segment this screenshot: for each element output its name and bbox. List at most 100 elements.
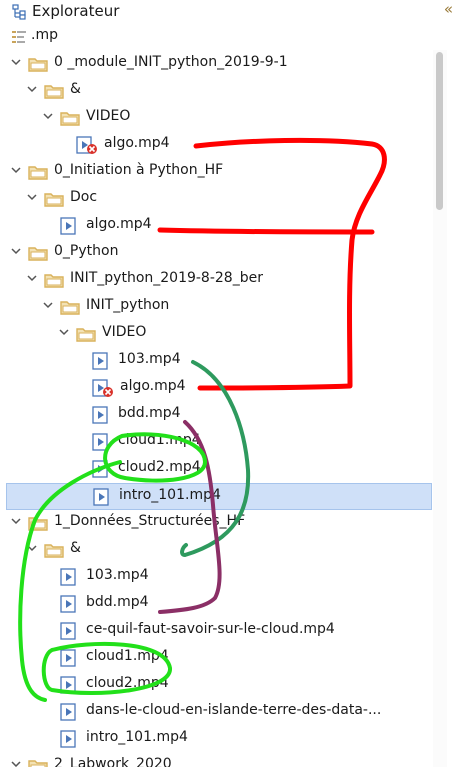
chevron-down-icon[interactable] — [26, 542, 38, 554]
tree-item-label: ce-quil-faut-savoir-sur-le-cloud.mp4 — [86, 621, 335, 637]
tree-file-row[interactable]: cloud1.mp4 — [0, 645, 432, 672]
video-file-icon — [92, 406, 112, 425]
tree-item-label: Doc — [70, 189, 98, 205]
folder-icon — [44, 84, 64, 99]
tree-item-label: intro_101.mp4 — [119, 487, 221, 503]
video-file-icon — [60, 676, 80, 695]
tree-item-label: 0_Initiation à Python_HF — [54, 162, 224, 178]
chevron-down-icon[interactable] — [26, 272, 38, 284]
tree-file-row[interactable]: intro_101.mp4 — [6, 483, 432, 510]
folder-icon — [28, 246, 48, 261]
tree-item-label: 103.mp4 — [86, 567, 149, 583]
tree-file-row[interactable]: bdd.mp4 — [0, 402, 432, 429]
filter-icon — [12, 31, 26, 43]
tree-item-label: 0 _module_INIT_python_2019-9-1 — [54, 54, 288, 70]
video-file-icon — [60, 703, 80, 722]
tree-item-label: INIT_python_2019-8-28_ber — [70, 270, 263, 286]
tree-file-row[interactable]: algo.mp4 — [0, 375, 432, 402]
chevron-down-icon[interactable] — [10, 56, 22, 68]
video-file-icon — [93, 488, 113, 507]
tree-file-row[interactable]: intro_101.mp4 — [0, 726, 432, 753]
tree-file-row[interactable]: dans-le-cloud-en-islande-terre-des-data-… — [0, 699, 432, 726]
folder-icon — [44, 543, 64, 558]
tree-item-label: & — [70, 81, 81, 97]
tree-file-row[interactable]: bdd.mp4 — [0, 591, 432, 618]
folder-icon — [28, 165, 48, 180]
scrollbar-thumb[interactable] — [436, 52, 443, 210]
folder-icon — [44, 192, 64, 207]
video-file-icon — [60, 730, 80, 749]
tree-item-label: cloud1.mp4 — [86, 648, 169, 664]
video-file-error-icon — [92, 379, 113, 398]
tree-file-row[interactable]: cloud2.mp4 — [0, 456, 432, 483]
tree-file-row[interactable]: algo.mp4 — [0, 132, 432, 159]
tree-file-row[interactable]: 103.mp4 — [0, 564, 432, 591]
filter-bar[interactable]: .mp — [0, 26, 467, 50]
video-file-icon — [92, 433, 112, 452]
chevron-down-icon[interactable] — [10, 245, 22, 257]
explorer-header: Explorateur « — [0, 0, 467, 26]
tree-folder-row[interactable]: & — [0, 537, 432, 564]
chevron-down-icon[interactable] — [26, 83, 38, 95]
tree-item-label: 2_Labwork_2020 — [54, 756, 172, 767]
chevron-down-icon[interactable] — [10, 164, 22, 176]
chevron-down-icon[interactable] — [42, 299, 54, 311]
tree-folder-row[interactable]: & — [0, 78, 432, 105]
video-file-icon — [92, 352, 112, 371]
folder-icon — [60, 111, 80, 126]
folder-icon — [60, 300, 80, 315]
tree-item-label: algo.mp4 — [104, 135, 170, 151]
tree-item-label: bdd.mp4 — [118, 405, 181, 421]
tree-item-label: cloud2.mp4 — [118, 459, 201, 475]
tree-file-row[interactable]: cloud1.mp4 — [0, 429, 432, 456]
tree-file-row[interactable]: cloud2.mp4 — [0, 672, 432, 699]
tree-folder-row[interactable]: 2_Labwork_2020 — [0, 753, 432, 767]
folder-icon — [28, 57, 48, 72]
tree-item-label: intro_101.mp4 — [86, 729, 188, 745]
panel-title: Explorateur — [32, 2, 120, 20]
filter-text: .mp — [31, 27, 58, 43]
file-tree: 0 _module_INIT_python_2019-9-1 & VIDEO algo… — [0, 50, 432, 767]
folder-icon — [28, 516, 48, 531]
chevron-down-icon[interactable] — [42, 110, 54, 122]
folder-icon — [44, 273, 64, 288]
tree-item-label: algo.mp4 — [86, 216, 152, 232]
tree-folder-row[interactable]: INIT_python — [0, 294, 432, 321]
chevron-down-icon[interactable] — [58, 326, 70, 338]
tree-folder-row[interactable]: 0 _module_INIT_python_2019-9-1 — [0, 51, 432, 78]
explorer-icon — [12, 4, 26, 20]
tree-item-label: cloud1.mp4 — [118, 432, 201, 448]
tree-folder-row[interactable]: 0_Initiation à Python_HF — [0, 159, 432, 186]
tree-file-row[interactable]: algo.mp4 — [0, 213, 432, 240]
video-file-icon — [60, 217, 80, 236]
tree-folder-row[interactable]: VIDEO — [0, 321, 432, 348]
tree-folder-row[interactable]: 1_Données_Structurées_HF — [0, 510, 432, 537]
tree-item-label: VIDEO — [102, 324, 147, 340]
tree-item-label: VIDEO — [86, 108, 131, 124]
video-file-icon — [60, 595, 80, 614]
tree-folder-row[interactable]: 0_Python — [0, 240, 432, 267]
collapse-panel-icon[interactable]: « — [444, 0, 453, 18]
chevron-down-icon[interactable] — [10, 515, 22, 527]
tree-item-label: INIT_python — [86, 297, 170, 313]
video-file-icon — [92, 460, 112, 479]
video-file-icon — [60, 568, 80, 587]
chevron-down-icon[interactable] — [10, 758, 22, 767]
tree-item-label: 1_Données_Structurées_HF — [54, 513, 246, 529]
video-file-icon — [60, 622, 80, 641]
tree-file-row[interactable]: ce-quil-faut-savoir-sur-le-cloud.mp4 — [0, 618, 432, 645]
chevron-down-icon[interactable] — [26, 191, 38, 203]
video-file-icon — [60, 649, 80, 668]
tree-item-label: & — [70, 540, 81, 556]
tree-item-label: dans-le-cloud-en-islande-terre-des-data-… — [86, 702, 382, 718]
tree-item-label: 0_Python — [54, 243, 119, 259]
video-file-error-icon — [76, 136, 97, 155]
folder-icon — [76, 327, 96, 342]
tree-file-row[interactable]: 103.mp4 — [0, 348, 432, 375]
tree-item-label: cloud2.mp4 — [86, 675, 169, 691]
tree-folder-row[interactable]: VIDEO — [0, 105, 432, 132]
tree-item-label: algo.mp4 — [120, 378, 186, 394]
tree-folder-row[interactable]: Doc — [0, 186, 432, 213]
tree-item-label: bdd.mp4 — [86, 594, 149, 610]
tree-folder-row[interactable]: INIT_python_2019-8-28_ber — [0, 267, 432, 294]
